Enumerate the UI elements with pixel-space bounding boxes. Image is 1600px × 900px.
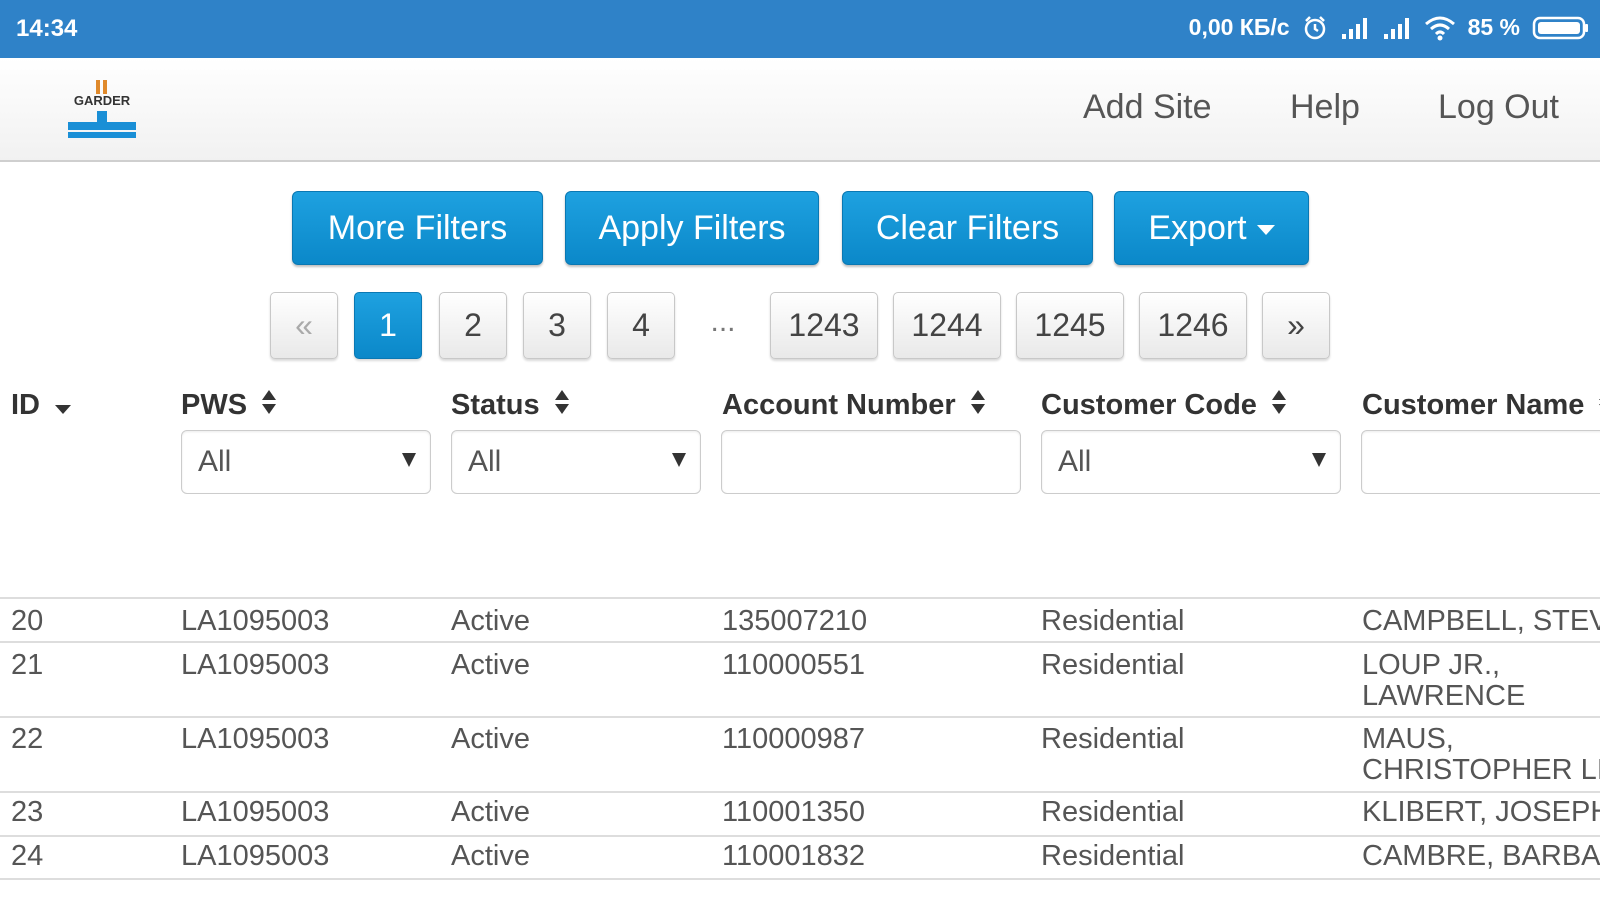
column-header-status[interactable]: Status: [451, 389, 570, 423]
column-header-account-number[interactable]: Account Number: [722, 389, 986, 423]
column-account-label: Account Number: [722, 389, 956, 421]
pws-filter-value: All: [198, 445, 232, 478]
sort-icon: [261, 389, 277, 423]
cell-id: 23: [11, 796, 44, 828]
column-name-label: Customer Name: [1362, 389, 1585, 421]
column-code-label: Customer Code: [1041, 389, 1257, 421]
cell-customer-name: MAUS, CHRISTOPHER LI: [1362, 723, 1600, 786]
column-header-id[interactable]: ID: [11, 389, 72, 423]
column-status-label: Status: [451, 389, 540, 421]
cell-id: 20: [11, 605, 44, 637]
cell-customer-code: Residential: [1041, 796, 1185, 828]
status-filter-select[interactable]: All: [451, 430, 701, 494]
column-header-customer-code[interactable]: Customer Code: [1041, 389, 1287, 423]
cell-customer-code: Residential: [1041, 840, 1185, 872]
cell-customer-name: CAMBRE, BARBA: [1362, 840, 1600, 872]
cell-pws: LA1095003: [181, 723, 330, 755]
account-number-filter-input[interactable]: [721, 430, 1021, 494]
sort-icon: [554, 389, 570, 423]
cell-status: Active: [451, 840, 530, 872]
cell-id: 21: [11, 649, 44, 681]
row-divider: [0, 878, 1600, 880]
cell-pws: LA1095003: [181, 796, 330, 828]
sort-icon: [1271, 389, 1287, 423]
dropdown-arrow-icon: [402, 453, 416, 467]
customer-name-filter-input[interactable]: [1361, 430, 1600, 494]
cell-customer-name: CAMPBELL, STEV: [1362, 605, 1600, 637]
cell-pws: LA1095003: [181, 649, 330, 681]
cell-account-number: 110000551: [722, 649, 866, 681]
sort-desc-icon: [54, 390, 72, 423]
cell-pws: LA1095003: [181, 605, 330, 637]
cell-customer-code: Residential: [1041, 605, 1185, 637]
status-filter-value: All: [468, 445, 502, 478]
column-pws-label: PWS: [181, 389, 248, 421]
column-id-label: ID: [11, 389, 40, 421]
cell-customer-name: KLIBERT, JOSEPH: [1362, 796, 1600, 828]
cell-id: 24: [11, 840, 44, 872]
cell-customer-code: Residential: [1041, 723, 1185, 755]
pws-filter-select[interactable]: All: [181, 430, 431, 494]
sort-icon: [970, 389, 986, 423]
cell-status: Active: [451, 796, 530, 828]
cell-account-number: 110001350: [722, 796, 866, 828]
cell-status: Active: [451, 649, 530, 681]
column-header-pws[interactable]: PWS: [181, 389, 277, 423]
cell-customer-name: LOUP JR., LAWRENCE: [1362, 649, 1526, 712]
cell-account-number: 110001832: [722, 840, 866, 872]
customer-code-filter-value: All: [1058, 445, 1092, 478]
cell-customer-code: Residential: [1041, 649, 1185, 681]
cell-pws: LA1095003: [181, 840, 330, 872]
cell-status: Active: [451, 605, 530, 637]
dropdown-arrow-icon: [1312, 453, 1326, 467]
dropdown-arrow-icon: [672, 453, 686, 467]
cell-id: 22: [11, 723, 44, 755]
column-header-customer-name[interactable]: Customer Name: [1362, 389, 1600, 423]
customer-code-filter-select[interactable]: All: [1041, 430, 1341, 494]
cell-account-number: 135007210: [722, 605, 868, 637]
cell-status: Active: [451, 723, 530, 755]
cell-account-number: 110000987: [722, 723, 866, 755]
table-area: ID PWS Status Account Number Customer Co…: [0, 0, 1600, 900]
